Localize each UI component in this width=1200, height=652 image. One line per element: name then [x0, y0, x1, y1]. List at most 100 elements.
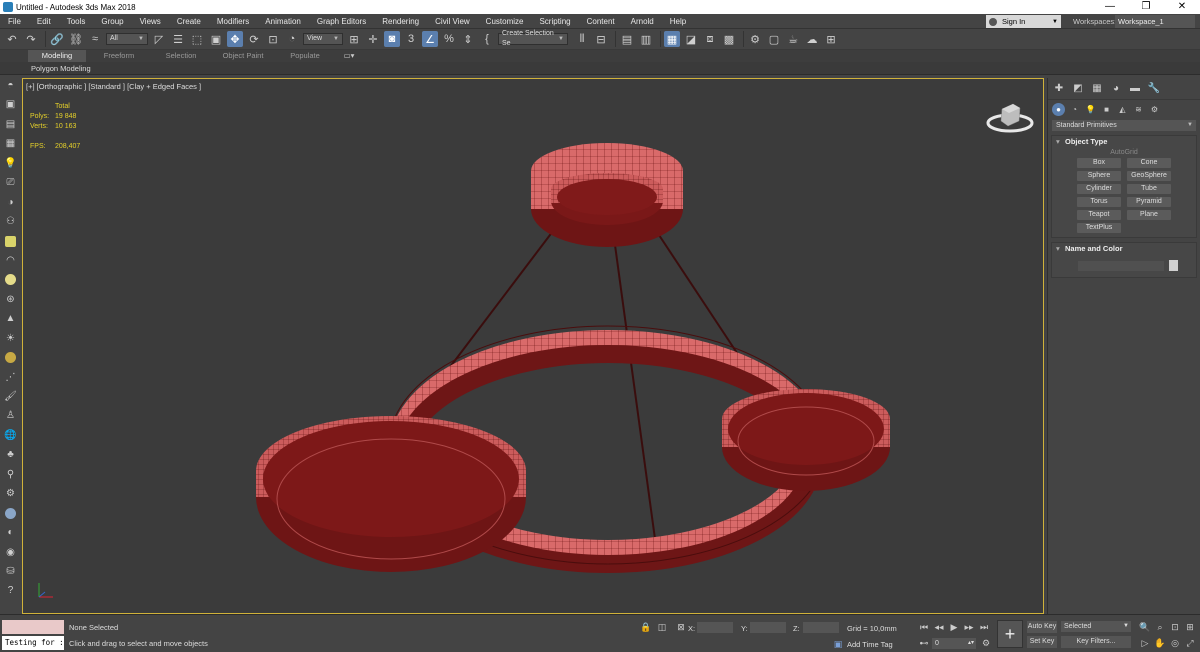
time-tag-icon[interactable]: ▣: [832, 638, 844, 650]
play-icon[interactable]: ▶: [948, 621, 960, 633]
auto-key-button[interactable]: Auto Key: [1027, 621, 1057, 633]
menu-content[interactable]: Content: [579, 14, 623, 29]
zoom-extents-all-icon[interactable]: ⊞: [1184, 621, 1196, 633]
shaded-sphere-icon[interactable]: [3, 506, 18, 521]
window-crossing-icon[interactable]: ▣: [208, 31, 224, 47]
helper-icon[interactable]: ◑: [3, 195, 18, 210]
selection-filter-select[interactable]: All ▼: [106, 33, 148, 45]
menu-modifiers[interactable]: Modifiers: [209, 14, 257, 29]
foliage-icon[interactable]: ♣: [3, 447, 18, 462]
primitive-category-select[interactable]: Standard Primitives ▼: [1052, 120, 1196, 131]
light-bulb-icon[interactable]: 💡: [3, 156, 18, 171]
pyramid-button[interactable]: Pyramid: [1127, 197, 1171, 207]
pan-icon[interactable]: ✋: [1154, 637, 1166, 649]
tab-modeling[interactable]: Modeling: [28, 50, 86, 62]
material-icon[interactable]: ◐: [3, 525, 18, 540]
motion-tab-icon[interactable]: ◕: [1108, 81, 1124, 97]
walker-icon[interactable]: ⚲: [3, 467, 18, 482]
z-coordinate-field[interactable]: [803, 622, 839, 633]
zoom-icon[interactable]: 🔍: [1139, 621, 1151, 633]
sphere-icon[interactable]: [3, 272, 18, 287]
maxscript-listener-output[interactable]: [2, 620, 64, 634]
menu-civil-view[interactable]: Civil View: [427, 14, 478, 29]
torus-button[interactable]: Torus: [1077, 197, 1121, 207]
layer-explorer-icon[interactable]: ▥: [638, 31, 654, 47]
edit-named-selection-icon[interactable]: {: [479, 31, 495, 47]
menu-scripting[interactable]: Scripting: [531, 14, 578, 29]
menu-animation[interactable]: Animation: [257, 14, 309, 29]
object-color-swatch[interactable]: [1169, 260, 1178, 271]
sun-icon[interactable]: ☀: [3, 331, 18, 346]
menu-views[interactable]: Views: [132, 14, 169, 29]
link-icon[interactable]: 🔗: [49, 31, 65, 47]
maximize-button[interactable]: ❐: [1128, 0, 1164, 14]
tube-button[interactable]: Tube: [1127, 184, 1171, 194]
previous-frame-icon[interactable]: ◂◂: [933, 621, 945, 633]
close-button[interactable]: ✕: [1164, 0, 1200, 14]
table-icon[interactable]: ▦: [3, 136, 18, 151]
undo-icon[interactable]: ↶: [4, 31, 20, 47]
autogrid-checkbox[interactable]: AutoGrid: [1052, 149, 1196, 156]
globe-icon[interactable]: 🌐: [3, 428, 18, 443]
cone-button[interactable]: Cone: [1127, 158, 1171, 168]
menu-file[interactable]: File: [0, 14, 29, 29]
textplus-button[interactable]: TextPlus: [1077, 223, 1121, 233]
lock-selection-icon[interactable]: 🔒: [640, 621, 652, 633]
percent-snap-icon[interactable]: %: [441, 31, 457, 47]
scene-explorer-icon[interactable]: ▣: [3, 97, 18, 112]
help-icon[interactable]: ?: [3, 583, 18, 598]
scene-explorer-icon[interactable]: ▤: [619, 31, 635, 47]
menu-customize[interactable]: Customize: [478, 14, 532, 29]
hierarchy-tab-icon[interactable]: ▦: [1089, 81, 1105, 97]
modify-tab-icon[interactable]: ◩: [1070, 81, 1086, 97]
spinner-snap-icon[interactable]: ⇕: [460, 31, 476, 47]
set-keys-button[interactable]: +: [997, 620, 1023, 648]
x-coordinate-field[interactable]: [697, 622, 733, 633]
y-coordinate-field[interactable]: [750, 622, 786, 633]
rendered-frame-window-icon[interactable]: ▢: [766, 31, 782, 47]
minimize-button[interactable]: —: [1092, 0, 1128, 14]
maximize-viewport-icon[interactable]: ⤢: [1184, 637, 1196, 649]
box-button[interactable]: Box: [1077, 158, 1121, 168]
toggle-icon[interactable]: ◉: [3, 545, 18, 560]
display-tab-icon[interactable]: ▬: [1127, 81, 1143, 97]
menu-create[interactable]: Create: [169, 14, 209, 29]
viewport-layouts-icon[interactable]: ◓: [3, 78, 18, 93]
next-frame-icon[interactable]: ▸▸: [963, 621, 975, 633]
sphere-button[interactable]: Sphere: [1077, 171, 1121, 181]
align-icon[interactable]: ⊟: [593, 31, 609, 47]
pivot-center-icon[interactable]: ⊞: [346, 31, 362, 47]
object-type-header[interactable]: ▾ Object Type: [1052, 136, 1196, 148]
settings-icon[interactable]: ⚙: [3, 486, 18, 501]
box-icon[interactable]: [3, 234, 18, 249]
a360-gallery-icon[interactable]: ⊞: [823, 31, 839, 47]
menu-graph-editors[interactable]: Graph Editors: [309, 14, 374, 29]
maxscript-input[interactable]: Testing for :: [2, 636, 64, 650]
bucket-icon[interactable]: ⛁: [3, 564, 18, 579]
time-configuration-icon[interactable]: ⚙: [980, 637, 992, 649]
space-warps-icon[interactable]: ≋: [1132, 103, 1145, 116]
named-selection-set-select[interactable]: Create Selection Se ▼: [498, 30, 568, 47]
torus-icon[interactable]: [3, 350, 18, 365]
ribbon-options-icon[interactable]: ▭▾: [338, 50, 360, 62]
menu-rendering[interactable]: Rendering: [374, 14, 427, 29]
tab-freeform[interactable]: Freeform: [90, 50, 148, 62]
geosphere-button[interactable]: GeoSphere: [1127, 171, 1171, 181]
viewport-label[interactable]: [+] [Orthographic ] [Standard ] [Clay + …: [26, 82, 201, 91]
object-name-field[interactable]: [1078, 260, 1164, 271]
teapot-button[interactable]: Teapot: [1077, 210, 1121, 220]
shapes-icon[interactable]: ◔: [1068, 103, 1081, 116]
select-and-rotate-icon[interactable]: ⟳: [246, 31, 262, 47]
place-icon[interactable]: ◔: [284, 31, 300, 47]
camera-icon[interactable]: ⎚: [3, 175, 18, 190]
select-object-icon[interactable]: ◸: [151, 31, 167, 47]
menu-tools[interactable]: Tools: [59, 14, 94, 29]
schematic-view-icon[interactable]: ⧈: [702, 31, 718, 47]
material-editor-icon[interactable]: ▩: [721, 31, 737, 47]
cameras-icon[interactable]: ■: [1100, 103, 1113, 116]
grid-icon[interactable]: ⋰: [3, 370, 18, 385]
menu-arnold[interactable]: Arnold: [623, 14, 662, 29]
hemisphere-icon[interactable]: ◠: [3, 253, 18, 268]
plane-button[interactable]: Plane: [1127, 210, 1171, 220]
keyboard-shortcut-override-icon[interactable]: ◙: [384, 31, 400, 47]
